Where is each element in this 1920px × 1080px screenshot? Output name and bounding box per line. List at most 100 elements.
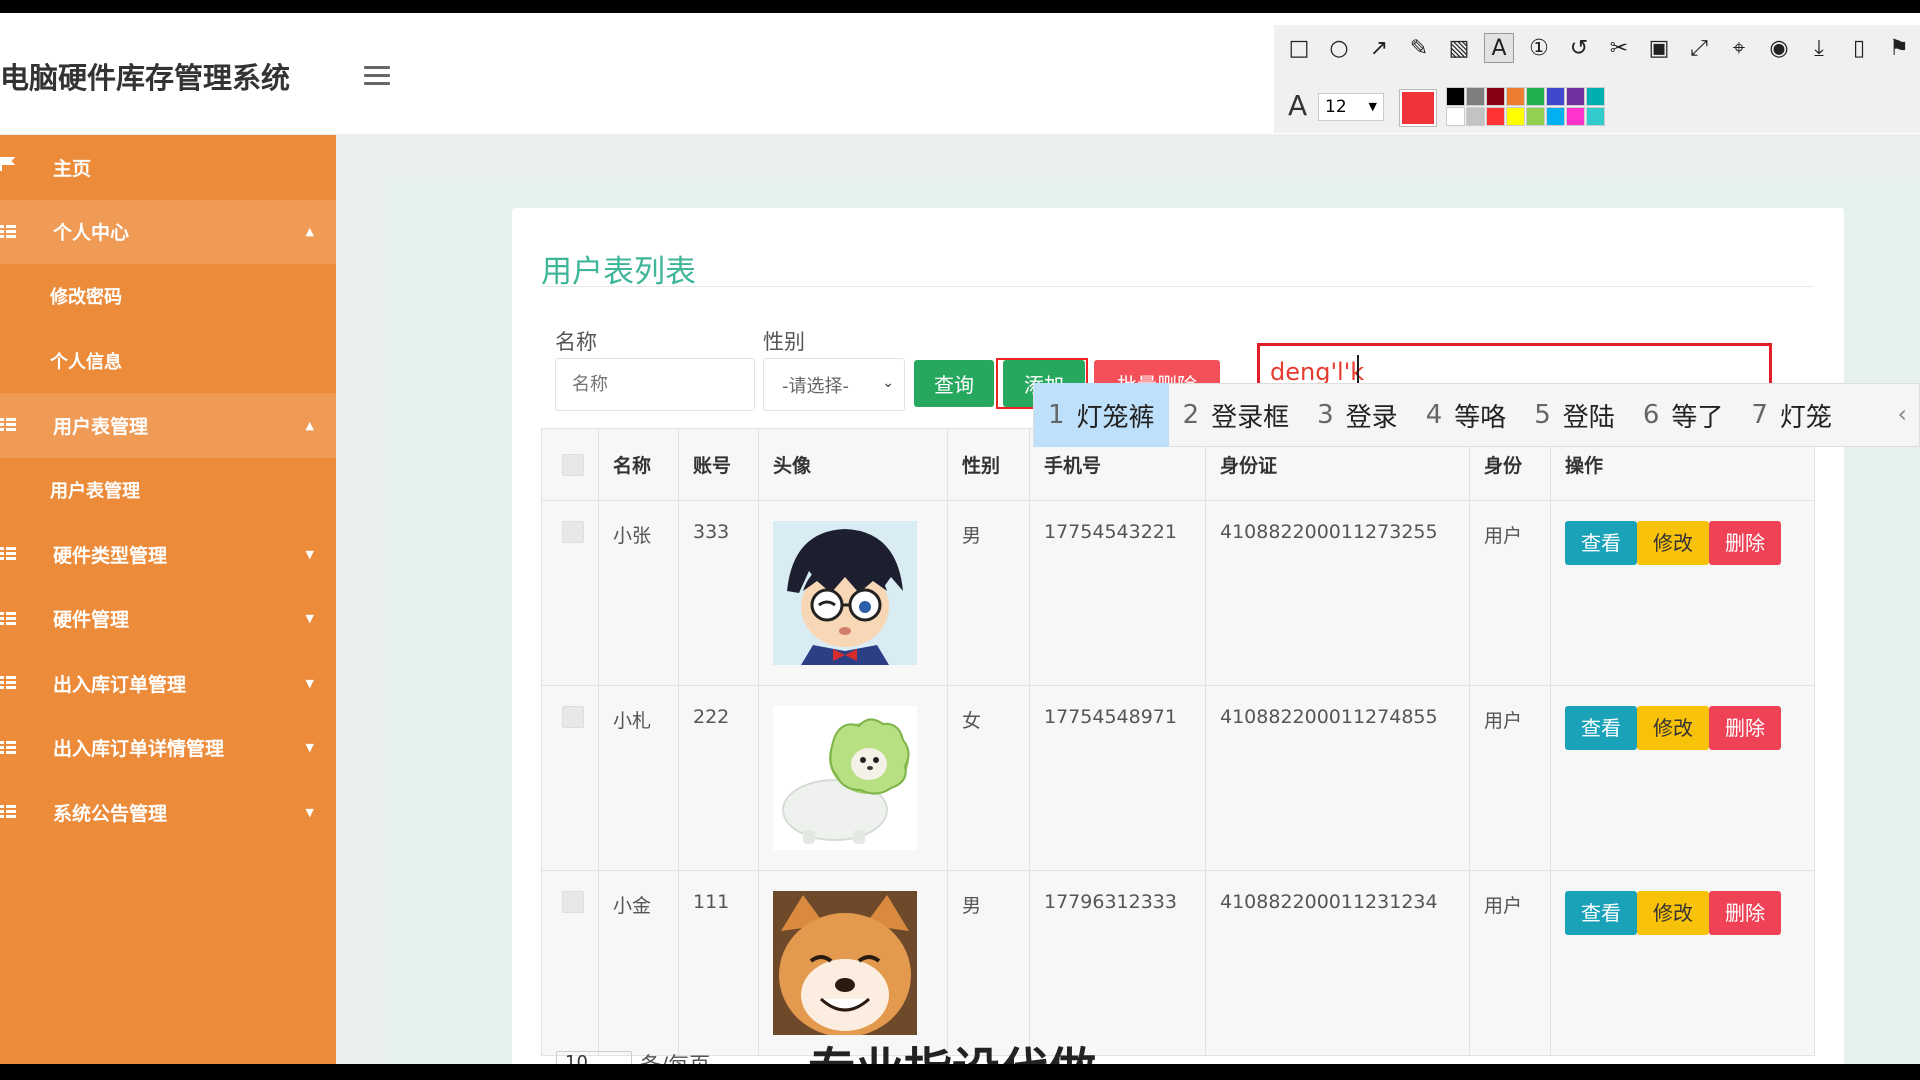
list-icon <box>0 805 16 819</box>
sidebar-item-label: 主页 <box>53 157 92 180</box>
cell-name: 小金 <box>598 870 679 1056</box>
row-select-cell <box>541 685 599 871</box>
sidebar-item-io-order-details[interactable]: 出入库订单详情管理 ▼ <box>0 716 336 781</box>
rectangle-tool-icon[interactable]: □ <box>1284 33 1314 63</box>
sidebar-item-label: 用户表管理 <box>53 415 149 438</box>
ime-candidate[interactable]: 5 登陆 <box>1520 383 1629 447</box>
cell-id-card: 410882200011274855 <box>1205 685 1470 871</box>
row-checkbox[interactable] <box>562 706 584 728</box>
text-tool-icon[interactable]: A <box>1484 33 1514 63</box>
sidebar-item-label: 系统公告管理 <box>53 802 168 825</box>
palette-color-swatch[interactable] <box>1526 107 1545 126</box>
candidate-number: 2 <box>1182 400 1200 430</box>
sidebar-item-personal-center[interactable]: 个人中心 ▲ <box>0 199 336 264</box>
sidebar-item-home[interactable]: 主页 <box>0 135 336 200</box>
divider <box>541 286 1813 287</box>
view-button[interactable]: 查看 <box>1565 706 1637 750</box>
palette-color-swatch[interactable] <box>1466 107 1485 126</box>
cut-icon[interactable]: ✂ <box>1604 33 1634 63</box>
sidebar-item-announcements[interactable]: 系统公告管理 ▼ <box>0 780 336 845</box>
caret-down-icon: ▼ <box>305 805 314 819</box>
name-filter-input[interactable] <box>555 358 755 411</box>
cell-avatar <box>758 500 948 686</box>
column-header: 性别 <box>947 428 1030 501</box>
ime-candidate[interactable]: 4 等咯 <box>1412 383 1521 447</box>
palette-color-swatch[interactable] <box>1446 107 1465 126</box>
edit-button[interactable]: 修改 <box>1637 706 1709 750</box>
palette-color-swatch[interactable] <box>1486 107 1505 126</box>
query-button[interactable]: 查询 <box>914 360 994 407</box>
palette-color-swatch[interactable] <box>1546 87 1565 106</box>
sidebar-item-hardware[interactable]: 硬件管理 ▼ <box>0 587 336 652</box>
avatar-cartoon-boy <box>773 521 917 665</box>
palette-color-swatch[interactable] <box>1566 107 1585 126</box>
candidate-number: 4 <box>1425 400 1443 430</box>
ime-candidate[interactable]: 3 登录 <box>1303 383 1412 447</box>
page-size-select[interactable]: 10 <box>556 1051 632 1064</box>
fullscreen-icon[interactable]: ⤢ <box>1684 33 1714 63</box>
pin-icon[interactable]: ⌖ <box>1724 33 1754 63</box>
gender-filter-label: 性别 <box>763 330 805 354</box>
ime-candidate-bar: 1 灯笼裤 2 登录框 3 登录 4 等咯 5 登陆 6 等了 7 灯笼 ‹ <box>1033 383 1920 447</box>
ellipse-tool-icon[interactable]: ○ <box>1324 33 1354 63</box>
delete-button[interactable]: 删除 <box>1709 891 1781 935</box>
ocr-icon[interactable]: ▣ <box>1644 33 1674 63</box>
cell-actions: 查看 修改 删除 <box>1550 870 1815 1056</box>
palette-color-swatch[interactable] <box>1506 87 1525 106</box>
copy-icon[interactable]: ▯ <box>1844 33 1874 63</box>
palette-color-swatch[interactable] <box>1486 87 1505 106</box>
palette-color-swatch[interactable] <box>1546 107 1565 126</box>
arrow-tool-icon[interactable]: ↗ <box>1364 33 1394 63</box>
mosaic-tool-icon[interactable]: ▧ <box>1444 33 1474 63</box>
palette-color-swatch[interactable] <box>1586 87 1605 106</box>
palette-color-swatch[interactable] <box>1566 87 1585 106</box>
gender-select[interactable]: -请选择- ⌄ <box>763 358 905 411</box>
pencil-tool-icon[interactable]: ✎ <box>1404 33 1434 63</box>
record-icon[interactable]: ◉ <box>1764 33 1794 63</box>
list-icon <box>0 676 16 690</box>
edit-button[interactable]: 修改 <box>1637 891 1709 935</box>
sidebar-subitem-user-table[interactable]: 用户表管理 <box>0 457 336 522</box>
current-color-swatch[interactable] <box>1399 89 1437 127</box>
palette-color-swatch[interactable] <box>1466 87 1485 106</box>
view-button[interactable]: 查看 <box>1565 521 1637 565</box>
undo-icon[interactable]: ↺ <box>1564 33 1594 63</box>
caret-up-icon: ▲ <box>305 225 314 239</box>
sidebar-subitem-personal-info[interactable]: 个人信息 <box>0 328 336 393</box>
name-filter-label: 名称 <box>555 330 597 354</box>
delete-button[interactable]: 删除 <box>1709 521 1781 565</box>
flag-icon <box>0 157 16 171</box>
ime-candidate[interactable]: 2 登录框 <box>1169 383 1304 447</box>
palette-color-swatch[interactable] <box>1526 87 1545 106</box>
caret-up-icon: ▲ <box>305 418 314 432</box>
ime-candidate[interactable]: 6 等了 <box>1629 383 1738 447</box>
cell-actions: 查看 修改 删除 <box>1550 685 1815 871</box>
edit-button[interactable]: 修改 <box>1637 521 1709 565</box>
palette-color-swatch[interactable] <box>1586 107 1605 126</box>
font-size-select[interactable]: 12 ▼ <box>1318 93 1384 121</box>
menu-toggle-icon[interactable] <box>364 66 390 86</box>
download-icon[interactable]: ⤓ <box>1804 33 1834 63</box>
cell-phone: 17754543221 <box>1029 500 1206 686</box>
palette-color-swatch[interactable] <box>1446 87 1465 106</box>
ime-candidate[interactable]: 1 灯笼裤 <box>1034 383 1169 447</box>
ime-candidate[interactable]: 7 灯笼 <box>1737 383 1846 447</box>
select-all-checkbox[interactable] <box>562 453 584 476</box>
list-icon <box>0 224 16 239</box>
chevron-left-icon[interactable]: ‹ <box>1897 400 1907 428</box>
column-header: 名称 <box>598 428 679 501</box>
row-checkbox[interactable] <box>562 891 584 913</box>
row-checkbox[interactable] <box>562 521 584 543</box>
view-button[interactable]: 查看 <box>1565 891 1637 935</box>
sidebar-subitem-change-password[interactable]: 修改密码 <box>0 264 336 329</box>
palette-color-swatch[interactable] <box>1506 107 1525 126</box>
cell-name: 小张 <box>598 500 679 686</box>
bookmark-icon[interactable]: ⚑ <box>1884 33 1914 63</box>
sidebar-item-io-orders[interactable]: 出入库订单管理 ▼ <box>0 651 336 716</box>
sidebar-item-user-table[interactable]: 用户表管理 ▲ <box>0 393 336 458</box>
candidate-text: 登录框 <box>1211 402 1290 433</box>
cell-gender: 女 <box>947 685 1030 871</box>
sidebar-item-hardware-type[interactable]: 硬件类型管理 ▼ <box>0 522 336 587</box>
delete-button[interactable]: 删除 <box>1709 706 1781 750</box>
number-tool-icon[interactable]: ① <box>1524 33 1554 63</box>
